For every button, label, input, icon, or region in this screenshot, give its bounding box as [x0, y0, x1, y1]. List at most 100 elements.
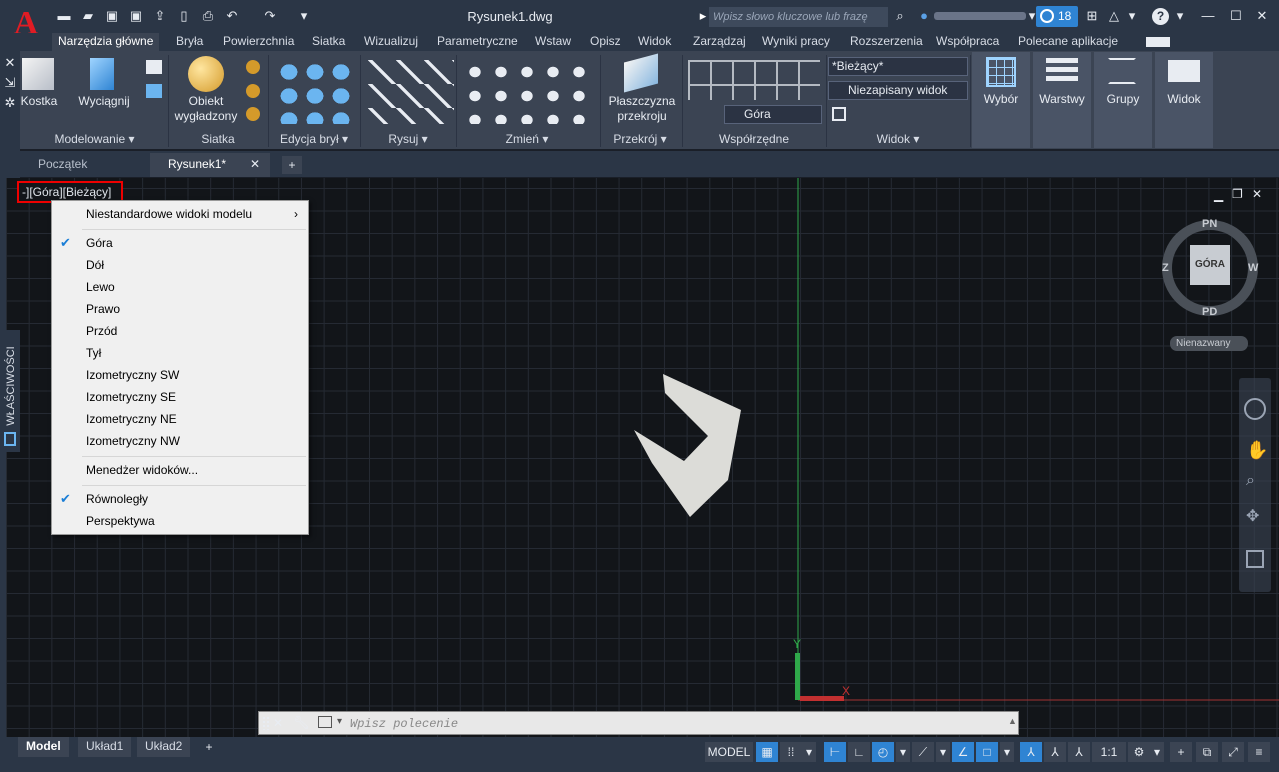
menu-item-parallel[interactable]: ✔ Równoległy — [52, 488, 308, 510]
annotation-visibility-icon[interactable]: ⅄ — [1020, 742, 1042, 762]
polar-tracking-icon[interactable]: ◴ — [872, 742, 894, 762]
workspace-gear-icon[interactable]: ⚙ — [1128, 742, 1150, 762]
object-snap-tracking-icon[interactable]: ∠ — [952, 742, 974, 762]
menu-item-back[interactable]: Tył — [52, 342, 308, 364]
modify-tools-icons[interactable] — [462, 60, 596, 124]
object-snap-icon[interactable]: □ — [976, 742, 998, 762]
osnap-dropdown-icon[interactable]: ▾ — [1000, 742, 1014, 762]
workspace-dropdown-icon[interactable]: ▾ — [1150, 742, 1164, 762]
tab-output[interactable]: Wyniki pracy — [756, 33, 836, 51]
showmotion-icon[interactable] — [1246, 550, 1264, 568]
panel-zmien[interactable]: Zmień ▾ — [456, 130, 598, 148]
menu-item-iso-se[interactable]: Izometryczny SE — [52, 386, 308, 408]
compass-north[interactable]: PN — [1202, 218, 1217, 230]
tab-home[interactable]: Narzędzia główne — [52, 33, 160, 51]
extrude-button[interactable]: Wyciągnij — [76, 94, 132, 109]
panel-siatka[interactable]: Siatka — [170, 130, 266, 148]
tab-visualize[interactable]: Wizualizuj — [358, 33, 424, 51]
ucs-view-dropdown[interactable]: Góra — [724, 105, 822, 124]
minimize-icon[interactable]: — — [1200, 8, 1216, 24]
mesh-smooth-icon[interactable] — [246, 84, 260, 98]
isolate-objects-icon[interactable]: ⧉ — [1196, 742, 1218, 762]
close-icon[interactable]: ✕ — [1254, 8, 1270, 24]
command-history-icon[interactable]: ▲ — [1008, 716, 1017, 726]
solid-edit-icons[interactable] — [276, 60, 356, 124]
share-icon[interactable]: ▯ — [176, 8, 192, 24]
model-space-button[interactable]: MODEL — [705, 742, 753, 762]
zoom-icon[interactable]: ⌕ — [1246, 472, 1255, 490]
tab-manage[interactable]: Zarządzaj — [687, 33, 752, 51]
surface-icon[interactable] — [146, 60, 162, 74]
menu-item-iso-nw[interactable]: Izometryczny NW — [52, 430, 308, 452]
menu-item-custom-views[interactable]: Niestandardowe widoki modelu › — [52, 203, 308, 225]
clean-screen-icon[interactable]: ⤢ — [1222, 742, 1244, 762]
dynamic-input-icon[interactable]: ∟ — [848, 742, 870, 762]
section-plane-label-1[interactable]: Płaszczyzna — [604, 94, 680, 109]
command-input[interactable]: Wpisz polecenie — [350, 717, 458, 731]
polar-dropdown-icon[interactable]: ▾ — [896, 742, 910, 762]
compass-west[interactable]: Z — [1162, 262, 1169, 274]
orbit-icon[interactable]: ✥ — [1246, 506, 1259, 526]
upload-icon[interactable]: ⇪ — [152, 8, 168, 24]
grip-icon[interactable] — [262, 716, 270, 730]
command-prompt-icon[interactable] — [318, 716, 332, 728]
panel-widok[interactable]: Widok ▾ — [826, 130, 970, 148]
menu-item-top[interactable]: ✔ Góra — [52, 232, 308, 254]
viewcube-face[interactable]: GÓRA — [1190, 245, 1230, 285]
tab-surface[interactable]: Powierzchnia — [217, 33, 300, 51]
cart-icon[interactable]: ⊞ — [1084, 8, 1100, 24]
user-name[interactable] — [934, 12, 1026, 20]
viewport-close-icon[interactable]: ✕ — [1252, 187, 1262, 201]
layout-tab-2[interactable]: Układ2 — [137, 737, 191, 757]
mesh-icon[interactable] — [246, 60, 260, 74]
menu-item-view-manager[interactable]: Menedżer widoków... — [52, 459, 308, 481]
menu-item-bottom[interactable]: Dół — [52, 254, 308, 276]
scale-dropdown[interactable]: 1:1 — [1092, 742, 1126, 762]
search-input[interactable]: Wpisz słowo kluczowe lub frazę — [709, 7, 888, 27]
app-dropdown-icon[interactable]: ▾ — [1124, 8, 1140, 24]
menu-item-perspective[interactable]: Perspektywa — [52, 510, 308, 532]
tab-insert[interactable]: Wstaw — [529, 33, 577, 51]
tab-mesh[interactable]: Siatka — [306, 33, 351, 51]
new-file-icon[interactable]: ▬ — [56, 8, 72, 24]
user-icon[interactable]: ● — [916, 8, 932, 24]
isodraft-icon[interactable]: ⟋ — [912, 742, 934, 762]
search-icon[interactable]: ⌕ — [892, 8, 908, 24]
panel-pin-icon[interactable]: ⇲ — [2, 75, 18, 91]
menu-item-iso-sw[interactable]: Izometryczny SW — [52, 364, 308, 386]
qat-dropdown-icon[interactable]: ▾ — [296, 8, 312, 24]
panel-close-icon[interactable]: ✕ — [2, 55, 18, 71]
compass-east[interactable]: W — [1248, 262, 1258, 274]
autodesk-app-icon[interactable]: △ — [1106, 8, 1122, 24]
auto-scale-icon[interactable]: ⅄ — [1044, 742, 1066, 762]
tab-collaborate[interactable]: Współpraca — [930, 33, 1005, 51]
menu-item-right[interactable]: Prawo — [52, 298, 308, 320]
annotation-scale-icon[interactable]: ⅄ — [1068, 742, 1090, 762]
tab-featured-apps[interactable]: Polecane aplikacje — [1012, 33, 1124, 51]
menu-item-left[interactable]: Lewo — [52, 276, 308, 298]
layout-tab-model[interactable]: Model — [18, 737, 69, 757]
compass-south[interactable]: PD — [1202, 306, 1217, 318]
viewport-icon[interactable] — [832, 107, 846, 121]
tab-parametric[interactable]: Parametryczne — [431, 33, 524, 51]
draw-tools-icons[interactable] — [368, 60, 454, 124]
pan-icon[interactable]: ✋ — [1246, 440, 1268, 461]
panel-rysuj[interactable]: Rysuj ▾ — [360, 130, 456, 148]
tab-addins[interactable]: Rozszerzenia — [844, 33, 929, 51]
grid-icon[interactable]: ▦ — [756, 742, 778, 762]
annotation-monitor-icon[interactable]: + — [1170, 742, 1192, 762]
smooth-object-label-1[interactable]: Obiekt — [172, 94, 240, 109]
section-plane-label-2[interactable]: przekroju — [604, 109, 680, 124]
snap-dropdown-icon[interactable]: ▾ — [802, 742, 816, 762]
tab-annotate[interactable]: Opisz — [584, 33, 627, 51]
infer-constraints-icon[interactable]: ⊢ — [824, 742, 846, 762]
tab-solid[interactable]: Bryła — [170, 33, 209, 51]
snap-icon[interactable]: ⁞⁞ — [780, 742, 802, 762]
help-icon[interactable]: ? — [1152, 8, 1169, 25]
panel-przekroj[interactable]: Przekrój ▾ — [600, 130, 680, 148]
menu-item-front[interactable]: Przód — [52, 320, 308, 342]
visual-style-dropdown[interactable]: *Bieżący* — [828, 57, 968, 76]
save-icon[interactable]: ▣ — [104, 8, 120, 24]
isodraft-dropdown-icon[interactable]: ▾ — [936, 742, 950, 762]
ucs-menu[interactable]: Nienazwany — [1170, 336, 1248, 351]
